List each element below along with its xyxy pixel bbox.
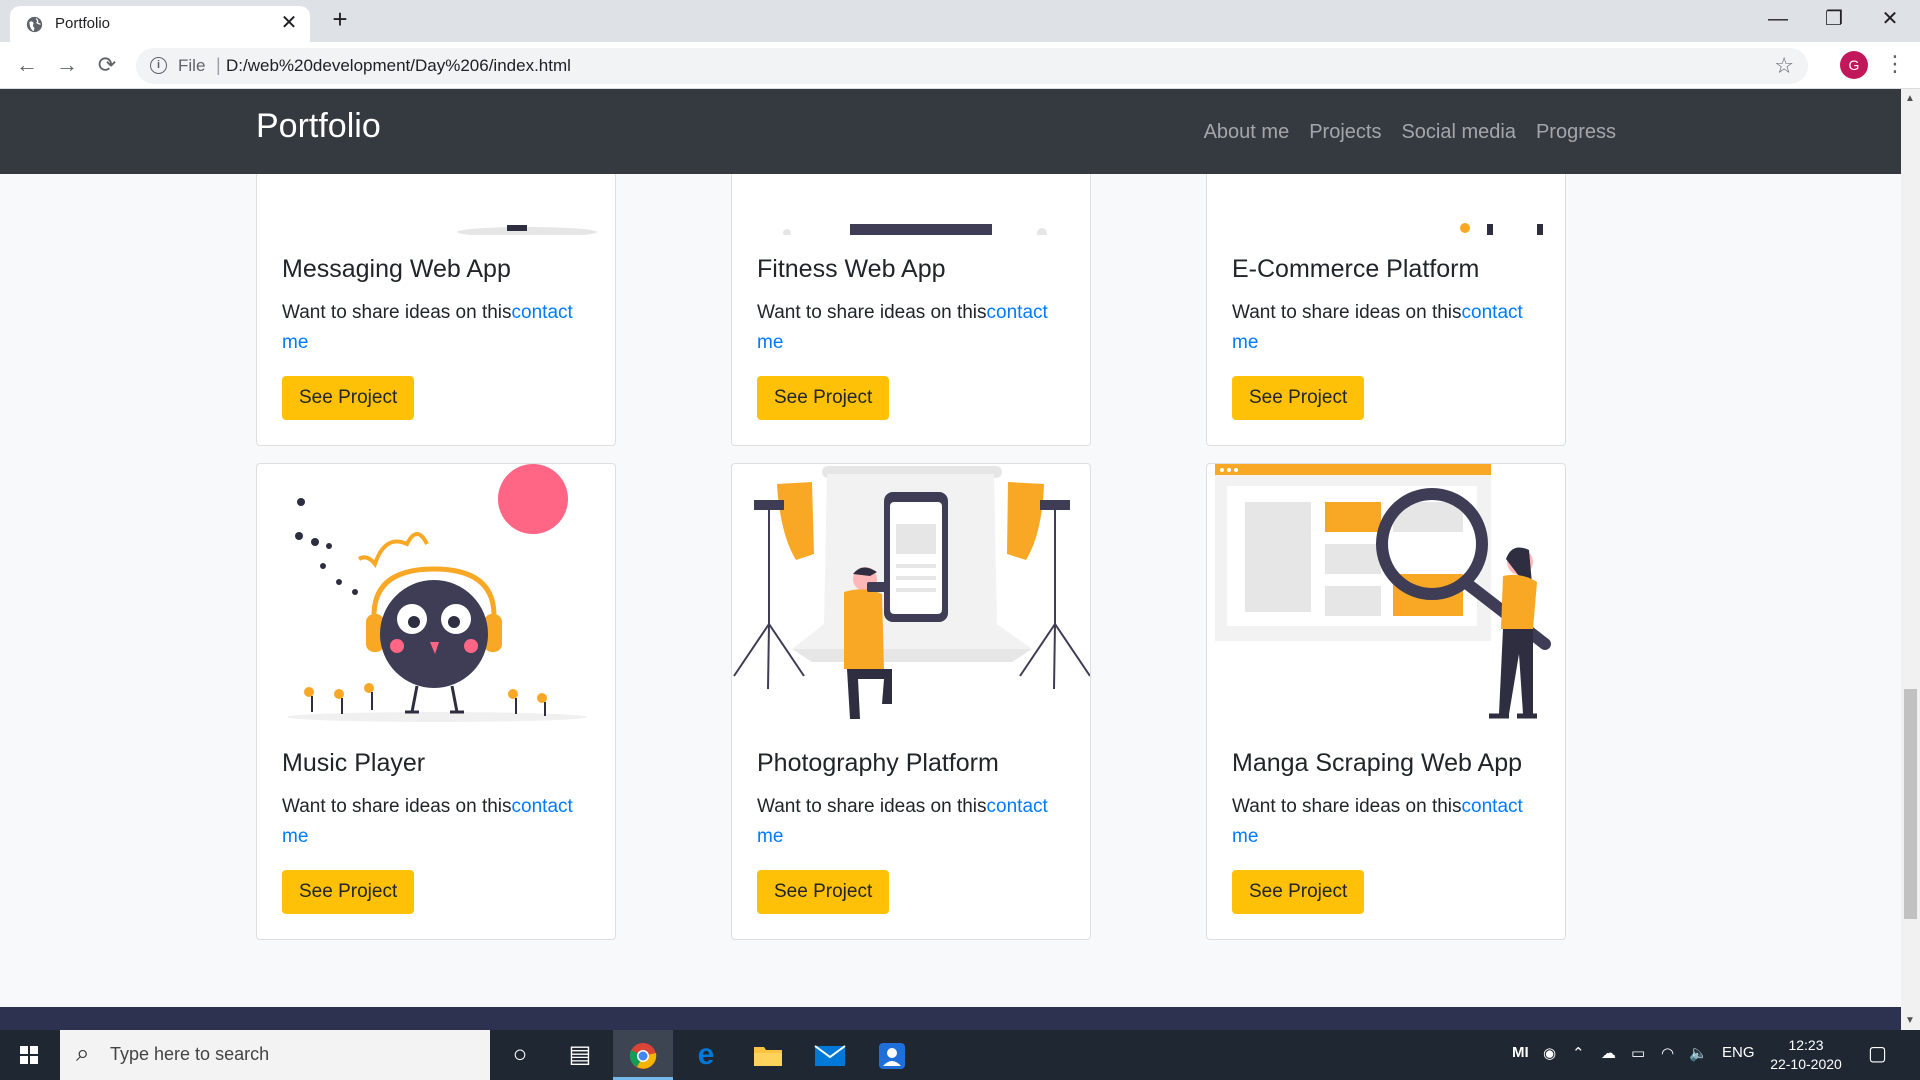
- mi-tray-icon[interactable]: MI: [1512, 1044, 1529, 1061]
- close-window-button[interactable]: ✕: [1862, 0, 1918, 40]
- tab-title: Portfolio: [55, 15, 111, 32]
- profile-avatar[interactable]: G: [1840, 51, 1868, 79]
- clock-time: 12:23: [1788, 1037, 1824, 1053]
- new-tab-button[interactable]: +: [326, 6, 354, 34]
- onedrive-icon[interactable]: ☁: [1601, 1044, 1616, 1062]
- card-title: Music Player: [282, 749, 426, 777]
- app-icon[interactable]: [862, 1030, 922, 1080]
- project-card: Manga Scraping Web App Want to share ide…: [1206, 463, 1566, 940]
- see-project-button[interactable]: See Project: [757, 870, 890, 914]
- back-arrow-icon[interactable]: ←: [12, 51, 42, 81]
- tab-close-icon[interactable]: ✕: [278, 12, 300, 34]
- taskbar-search[interactable]: ⌕ Type here to search: [60, 1030, 490, 1080]
- edge-icon[interactable]: e: [676, 1030, 736, 1080]
- see-project-button[interactable]: See Project: [282, 870, 415, 914]
- card-title: E-Commerce Platform: [1232, 255, 1480, 283]
- card-text: Want to share ideas on thiscontact me: [282, 302, 573, 353]
- url-text[interactable]: D:/web%20development/Day%206/index.html: [226, 56, 571, 76]
- windows-logo-icon: [20, 1046, 38, 1064]
- system-clock[interactable]: 12:23 22-10-2020: [1766, 1036, 1846, 1074]
- battery-icon[interactable]: ▭: [1631, 1044, 1645, 1062]
- manga-scraping-illustration: [1207, 464, 1565, 729]
- minimize-button[interactable]: —: [1750, 0, 1806, 40]
- scrollbar-thumb[interactable]: [1904, 689, 1917, 919]
- see-project-button[interactable]: See Project: [757, 376, 890, 420]
- windows-taskbar: ⌕ Type here to search ○ ▤ e MI ◉ ⌃ ☁ ▭ ◠…: [0, 1030, 1920, 1080]
- sync-tray-icon[interactable]: ◉: [1543, 1044, 1556, 1062]
- card-text: Want to share ideas on thiscontact me: [1232, 302, 1523, 353]
- card-title: Fitness Web App: [757, 255, 946, 283]
- nav-link-social[interactable]: Social media: [1401, 121, 1516, 144]
- project-card: Photography Platform Want to share ideas…: [731, 463, 1091, 940]
- photography-illustration: [732, 464, 1090, 729]
- card-title: Messaging Web App: [282, 255, 511, 283]
- info-icon[interactable]: i: [150, 57, 167, 74]
- see-project-button[interactable]: See Project: [282, 376, 415, 420]
- search-icon: ⌕: [76, 1040, 90, 1067]
- nav-link-progress[interactable]: Progress: [1536, 121, 1616, 144]
- cortana-icon[interactable]: ○: [490, 1030, 550, 1080]
- volume-icon[interactable]: 🔈: [1689, 1044, 1708, 1062]
- bookmark-star-icon[interactable]: ☆: [1774, 53, 1794, 79]
- url-separator: |: [216, 55, 221, 75]
- wifi-icon[interactable]: ◠: [1661, 1044, 1674, 1062]
- project-card: Music Player Want to share ideas on this…: [256, 463, 616, 940]
- scroll-down-icon[interactable]: ▼: [1905, 1015, 1915, 1026]
- browser-menu-icon[interactable]: ⋮: [1884, 50, 1906, 80]
- nav-links: About me Projects Social media Progress: [1204, 121, 1616, 144]
- scroll-up-icon[interactable]: ▲: [1905, 93, 1915, 104]
- card-title: Photography Platform: [757, 749, 999, 777]
- tab-strip: Portfolio ✕ + — ❐ ✕: [0, 0, 1920, 42]
- nav-link-about[interactable]: About me: [1204, 121, 1290, 144]
- see-project-button[interactable]: See Project: [1232, 870, 1365, 914]
- footer-section: [0, 1007, 1901, 1030]
- restore-button[interactable]: ❐: [1806, 0, 1862, 40]
- card-text: Want to share ideas on thiscontact me: [282, 796, 573, 847]
- task-view-icon[interactable]: ▤: [550, 1030, 610, 1080]
- chevron-up-icon[interactable]: ⌃: [1572, 1044, 1585, 1062]
- language-indicator[interactable]: ENG: [1722, 1044, 1755, 1061]
- card-title: Manga Scraping Web App: [1232, 749, 1523, 777]
- url-scheme-label: File: [178, 56, 206, 75]
- see-project-button[interactable]: See Project: [1232, 376, 1365, 420]
- card-text: Want to share ideas on thiscontact me: [1232, 796, 1523, 847]
- search-placeholder: Type here to search: [110, 1044, 270, 1064]
- address-bar[interactable]: i File | D:/web%20development/Day%206/in…: [136, 48, 1808, 84]
- card-text: Want to share ideas on thiscontact me: [757, 796, 1048, 847]
- reload-icon[interactable]: ⟳: [92, 51, 122, 81]
- page-viewport: Portfolio About me Projects Social media…: [0, 89, 1901, 1030]
- nav-link-projects[interactable]: Projects: [1309, 121, 1381, 144]
- browser-toolbar: ← → ⟳ i File | D:/web%20development/Day%…: [0, 42, 1920, 89]
- site-navbar: Portfolio About me Projects Social media…: [0, 89, 1901, 174]
- mail-icon[interactable]: [800, 1030, 860, 1080]
- browser-tab[interactable]: Portfolio ✕: [10, 6, 310, 42]
- globe-icon: [26, 16, 43, 33]
- page-scrollbar[interactable]: ▲ ▼: [1901, 89, 1920, 1030]
- file-explorer-icon[interactable]: [738, 1030, 798, 1080]
- music-player-illustration: [257, 464, 615, 729]
- card-text: Want to share ideas on thiscontact me: [757, 302, 1048, 353]
- clock-date: 22-10-2020: [1770, 1056, 1842, 1072]
- site-brand[interactable]: Portfolio: [256, 107, 381, 146]
- notifications-icon[interactable]: ▢: [1868, 1041, 1887, 1066]
- start-button[interactable]: [0, 1030, 58, 1080]
- chrome-icon[interactable]: [613, 1030, 673, 1080]
- forward-arrow-icon[interactable]: →: [52, 51, 82, 81]
